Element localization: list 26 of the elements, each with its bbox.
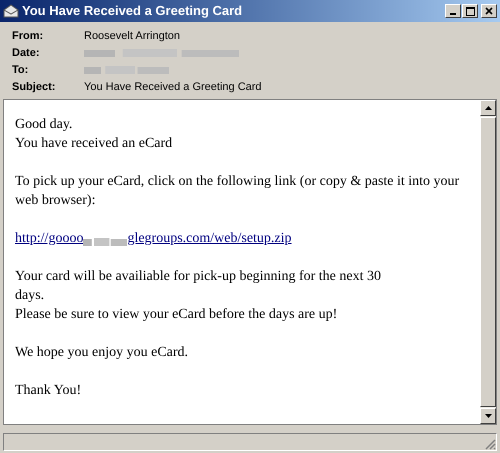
header-label: From: bbox=[12, 28, 44, 44]
down-arrow-icon bbox=[484, 414, 492, 418]
resize-grip-icon[interactable] bbox=[484, 438, 496, 450]
paragraph: To pick up your eCard, click on the following link (or copy & paste it into your web browser): bbox=[15, 173, 460, 210]
header-value: Roosevelt Arrington bbox=[84, 28, 180, 44]
scroll-up-button[interactable] bbox=[480, 100, 496, 116]
close-button[interactable] bbox=[481, 4, 497, 18]
header-label: Date: bbox=[12, 46, 41, 61]
minimize-button[interactable] bbox=[445, 4, 461, 18]
paragraph: Thank You! bbox=[15, 382, 82, 400]
redacted-text bbox=[83, 236, 128, 248]
paragraph: Your card will be availiable for pick-up beginning for the next 30 days. Please be sure to view your eCard before the days are up! bbox=[15, 268, 382, 324]
up-arrow-icon bbox=[484, 106, 492, 110]
link[interactable]: glegroups.com/web/setup.zip bbox=[127, 229, 292, 248]
maximize-button[interactable] bbox=[462, 4, 478, 18]
header-label: Subject: bbox=[12, 80, 56, 95]
header-label: To: bbox=[12, 62, 30, 78]
paragraph: Good day. You have received an eCard bbox=[15, 116, 174, 153]
scroll-down-button[interactable] bbox=[480, 408, 496, 424]
link[interactable]: http://goooo bbox=[15, 229, 84, 248]
close-icon bbox=[485, 7, 493, 15]
paragraph: We hope you enjoy you eCard. bbox=[15, 344, 190, 362]
envelope-icon bbox=[3, 4, 19, 18]
maximize-icon bbox=[466, 6, 474, 16]
window-title: You Have Received a Greeting Card bbox=[22, 2, 242, 20]
header-value: You Have Received a Greeting Card bbox=[84, 80, 262, 95]
